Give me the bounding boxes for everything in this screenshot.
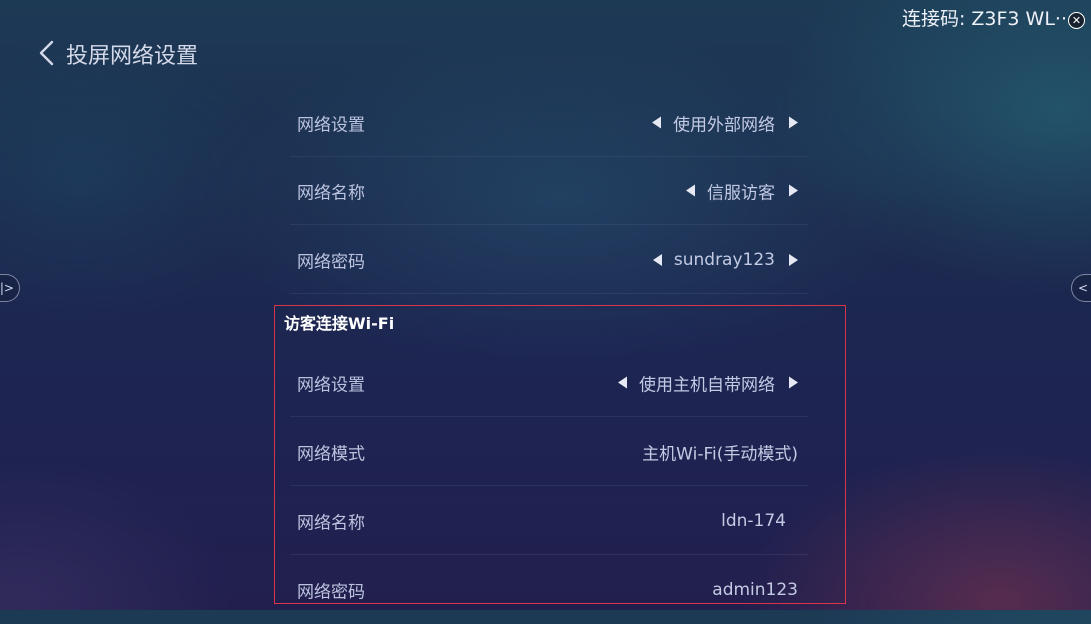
guest-row-network-mode: 网络模式 主机Wi-Fi(手动模式) (290, 418, 808, 486)
connection-code: 连接码: Z3F3 WL·· (901, 8, 1067, 30)
setting-value: 信服访客 (707, 183, 775, 203)
close-icon[interactable]: ✕ (1068, 12, 1085, 29)
setting-label: 网络设置 (297, 115, 365, 135)
guest-wifi-section-title: 访客连接Wi-Fi (284, 314, 395, 333)
guest-row-network-name: 网络名称 ldn-174 (290, 487, 808, 555)
guest-row-network-password: 网络密码 admin123 (290, 556, 808, 624)
triangle-left-icon[interactable] (652, 253, 662, 266)
guest-row-network-setting[interactable]: 网络设置 使用主机自带网络 (290, 349, 808, 417)
triangle-right-icon[interactable] (789, 116, 798, 129)
setting-label: 网络密码 (297, 252, 365, 272)
setting-value: 主机Wi-Fi(手动模式) (642, 444, 798, 464)
setting-value: 使用外部网络 (673, 115, 775, 135)
setting-row-network-name[interactable]: 网络名称 信服访客 (290, 157, 808, 225)
setting-value: admin123 (712, 580, 798, 600)
setting-value: 使用主机自带网络 (639, 375, 775, 395)
setting-value-selector[interactable]: sundray123 (652, 249, 798, 270)
setting-label: 网络密码 (297, 582, 365, 603)
setting-value-selector[interactable]: 使用主机自带网络 (618, 370, 798, 395)
right-edge-handle[interactable]: < (1071, 274, 1091, 302)
setting-row-network-setting[interactable]: 网络设置 使用外部网络 (290, 89, 808, 157)
setting-label: 网络名称 (297, 513, 365, 533)
triangle-right-icon[interactable] (789, 184, 798, 197)
triangle-left-icon[interactable] (652, 116, 661, 129)
triangle-right-icon[interactable] (789, 253, 798, 266)
setting-label: 网络模式 (297, 444, 365, 464)
setting-value-selector[interactable]: 信服访客 (686, 178, 798, 203)
left-edge-handle[interactable]: |> (0, 274, 20, 302)
triangle-left-icon[interactable] (686, 184, 695, 197)
page-title: 投屏网络设置 (66, 44, 199, 69)
setting-row-network-password[interactable]: 网络密码 sundray123 (290, 226, 808, 294)
triangle-right-icon[interactable] (789, 376, 798, 389)
triangle-left-icon[interactable] (618, 376, 627, 389)
setting-value: ldn-174 (721, 510, 786, 531)
setting-label: 网络名称 (297, 183, 365, 203)
setting-value-selector[interactable]: 使用外部网络 (652, 110, 798, 135)
chevron-left-icon[interactable] (36, 38, 58, 68)
setting-label: 网络设置 (297, 375, 365, 395)
setting-value: sundray123 (673, 249, 775, 270)
